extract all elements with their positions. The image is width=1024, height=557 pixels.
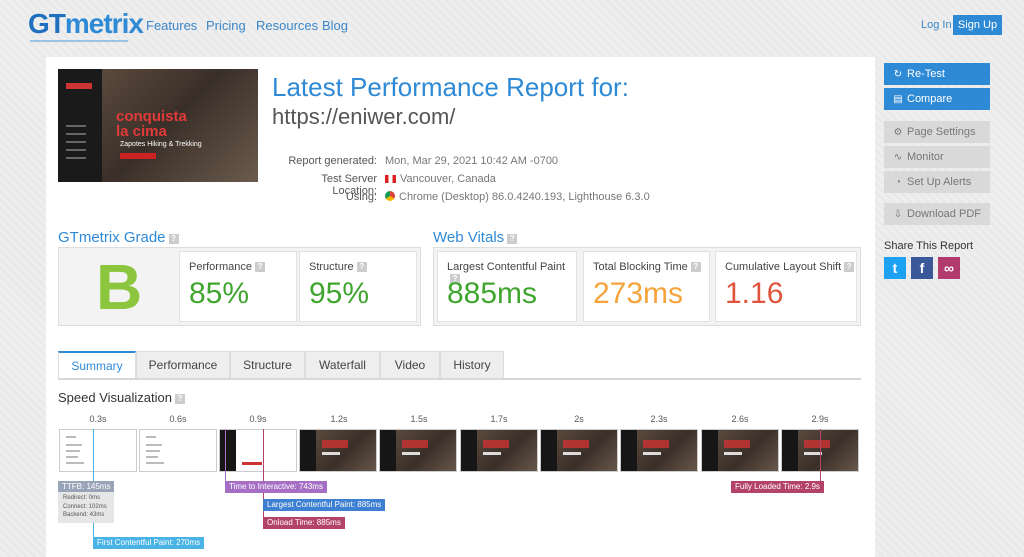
- help-icon[interactable]: ?: [844, 262, 855, 272]
- web-vitals-title: Web Vitals?: [433, 229, 518, 246]
- onload-tag: Onload Time: 885ms: [263, 517, 345, 529]
- grade-letter: B: [96, 251, 143, 323]
- gtmetrix-logo[interactable]: GTmetrix: [28, 8, 144, 40]
- thumb-sidebar: [58, 69, 102, 182]
- chrome-icon: [385, 191, 395, 201]
- tab-summary[interactable]: Summary: [58, 351, 136, 378]
- gear-icon: ⚙: [893, 127, 903, 138]
- fcp-tag: First Contentful Paint: 270ms: [93, 537, 205, 549]
- filmstrip-frame[interactable]: [460, 429, 538, 472]
- filmstrip-frame[interactable]: [299, 429, 377, 472]
- structure-card: Structure? 95%: [299, 251, 417, 322]
- share-title: Share This Report: [884, 240, 974, 252]
- ttfb-breakdown: Redirect: 0ms Connect: 102ms Backend: 43…: [58, 492, 114, 523]
- help-icon[interactable]: ?: [168, 234, 179, 244]
- tti-marker-line: [225, 429, 226, 487]
- download-pdf-button[interactable]: ⇩ Download PDF: [884, 203, 990, 225]
- timeline-tick: 0.3s: [89, 414, 107, 424]
- lcp-card: Largest Contentful Paint? 885ms: [437, 251, 577, 322]
- timeline-tick: 1.2s: [330, 414, 348, 424]
- tab-performance[interactable]: Performance: [136, 351, 230, 378]
- report-url[interactable]: https://eniwer.com/: [272, 104, 455, 130]
- timeline-tick: 2.3s: [650, 414, 668, 424]
- tab-waterfall[interactable]: Waterfall: [305, 351, 380, 378]
- alerts-button[interactable]: ◔ Set Up Alerts: [884, 171, 990, 193]
- timeline-tick: 0.9s: [249, 414, 267, 424]
- report-title: Latest Performance Report for:: [272, 72, 629, 102]
- structure-value: 95%: [309, 277, 370, 310]
- timeline-tick: 2.6s: [731, 414, 749, 424]
- compare-button[interactable]: ▤ Compare: [884, 88, 990, 110]
- tbt-card: Total Blocking Time? 273ms: [583, 251, 710, 322]
- performance-value: 85%: [189, 277, 250, 310]
- cls-card: Cumulative Layout Shift? 1.16: [715, 251, 857, 322]
- nav-blog[interactable]: Blog: [322, 18, 348, 33]
- help-icon[interactable]: ?: [356, 262, 367, 272]
- filmstrip-frame[interactable]: [219, 429, 297, 472]
- help-icon[interactable]: ?: [507, 234, 518, 244]
- help-icon[interactable]: ?: [254, 262, 265, 272]
- thumb-button: [120, 153, 156, 159]
- login-link[interactable]: Log In: [921, 19, 952, 31]
- timeline-tick: 1.7s: [490, 414, 508, 424]
- nav-pricing[interactable]: Pricing: [206, 18, 246, 33]
- using-value: Chrome (Desktop) 86.0.4240.193, Lighthou…: [385, 191, 650, 203]
- retest-button[interactable]: ↻ Re-Test: [884, 63, 990, 85]
- using-label: Using:: [345, 191, 377, 203]
- filmstrip-frame[interactable]: [139, 429, 217, 472]
- timeline-tick: 0.6s: [169, 414, 187, 424]
- nav-features[interactable]: Features: [146, 18, 197, 33]
- lcp-value: 885ms: [447, 277, 538, 310]
- facebook-icon[interactable]: f: [911, 257, 933, 279]
- filmstrip-frame[interactable]: [379, 429, 457, 472]
- cls-value: 1.16: [725, 277, 784, 310]
- twitter-icon[interactable]: t: [884, 257, 906, 279]
- timeline-tick: 2s: [574, 414, 584, 424]
- speed-visualization-title: Speed Visualization?: [58, 390, 185, 405]
- server-value: Vancouver, Canada: [385, 173, 496, 185]
- canada-flag-icon: [385, 175, 396, 183]
- page-settings-button[interactable]: ⚙ Page Settings: [884, 121, 990, 143]
- thumb-subline: Zapotes Hiking & Trekking: [120, 141, 202, 148]
- nav-resources[interactable]: Resources: [256, 18, 318, 33]
- performance-card: Performance? 85%: [179, 251, 297, 322]
- lcp-tag: Largest Contentful Paint: 885ms: [263, 499, 386, 511]
- pdf-icon: ⇩: [893, 209, 903, 220]
- filmstrip-frame[interactable]: [701, 429, 779, 472]
- tab-video[interactable]: Video: [380, 351, 440, 378]
- tbt-value: 273ms: [593, 277, 684, 310]
- filmstrip-frame[interactable]: [620, 429, 698, 472]
- monitor-button[interactable]: ∿ Monitor: [884, 146, 990, 168]
- pulse-icon: ∿: [893, 152, 903, 163]
- tti-tag: Time to Interactive: 743ms: [225, 481, 327, 493]
- help-icon[interactable]: ?: [174, 394, 185, 404]
- refresh-icon: ↻: [893, 69, 903, 80]
- grade-title: GTmetrix Grade?: [58, 229, 179, 246]
- tab-history[interactable]: History: [440, 351, 504, 378]
- generated-label: Report generated:: [288, 155, 377, 167]
- filmstrip-frame[interactable]: [540, 429, 618, 472]
- signup-button[interactable]: Sign Up: [953, 15, 1002, 35]
- fully-loaded-tag: Fully Loaded Time: 2.9s: [731, 481, 824, 493]
- fully-loaded-marker-line: [820, 429, 821, 487]
- help-icon[interactable]: ?: [690, 262, 701, 272]
- timeline-tick: 1.5s: [410, 414, 428, 424]
- compare-icon: ▤: [893, 94, 903, 105]
- timeline-tick: 2.9s: [811, 414, 829, 424]
- thumb-headline: conquista la cima: [116, 108, 187, 140]
- bell-icon: ◔: [894, 177, 902, 188]
- filmstrip-frame[interactable]: [59, 429, 137, 472]
- report-tabs: Summary Performance Structure Waterfall …: [58, 351, 861, 380]
- link-icon[interactable]: ∞: [938, 257, 960, 279]
- tab-structure[interactable]: Structure: [230, 351, 305, 378]
- generated-value: Mon, Mar 29, 2021 10:42 AM -0700: [385, 155, 559, 167]
- site-screenshot[interactable]: conquista la cima Zapotes Hiking & Trekk…: [58, 69, 258, 182]
- top-bar: GTmetrix Features Pricing Resources Blog…: [0, 0, 1024, 50]
- logo-underline: [30, 40, 128, 42]
